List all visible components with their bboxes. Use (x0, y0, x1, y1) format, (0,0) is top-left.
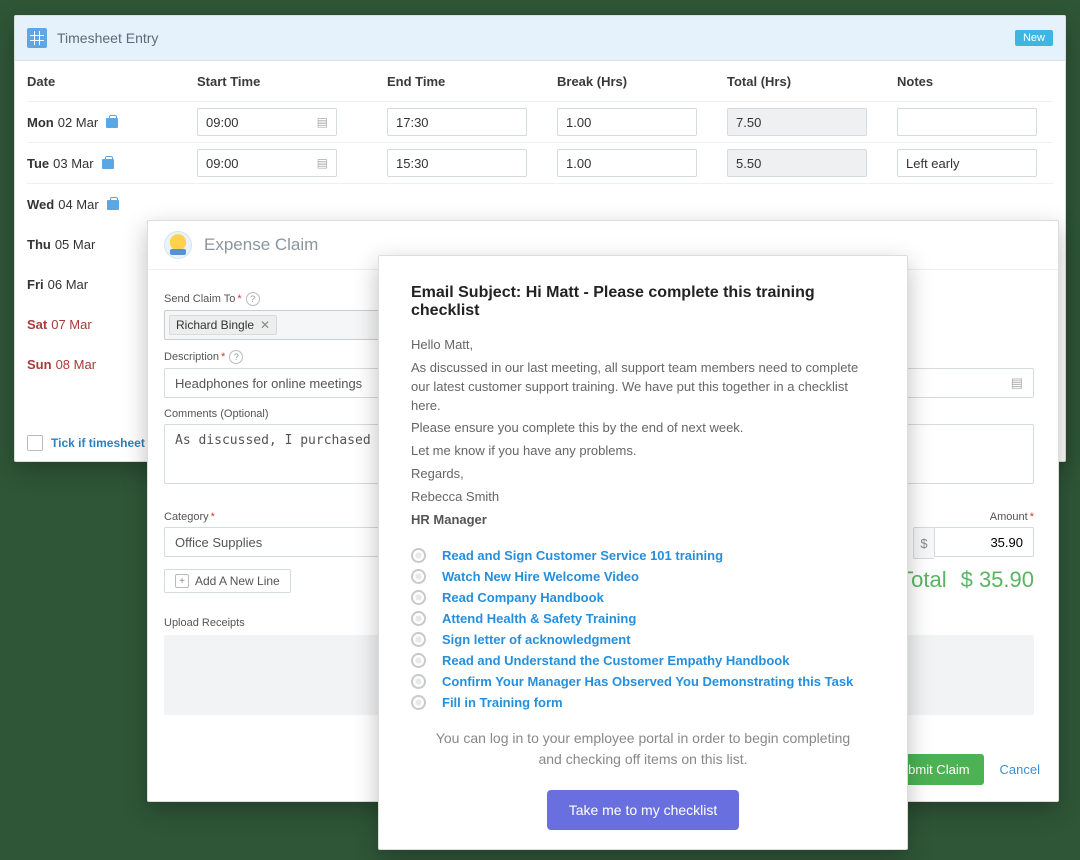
time-picker-icon[interactable]: ▤ (317, 156, 328, 170)
email-sender: Rebecca Smith (411, 488, 875, 507)
checklist-link[interactable]: Attend Health & Safety Training (442, 611, 636, 626)
checklist-item: Read Company Handbook (411, 590, 875, 605)
checklist-cta-button[interactable]: Take me to my checklist (547, 790, 740, 830)
plus-icon: + (175, 574, 189, 588)
add-line-button[interactable]: +Add A New Line (164, 569, 291, 593)
checklist-link[interactable]: Watch New Hire Welcome Video (442, 569, 639, 584)
remove-tag-icon[interactable]: ✕ (260, 318, 270, 332)
help-icon[interactable]: ? (229, 350, 243, 364)
total-hours: 7.50 (727, 108, 867, 136)
send-to-input[interactable]: Richard Bingle✕ (164, 310, 384, 340)
checklist-ring-icon[interactable] (411, 632, 426, 647)
checklist-item: Watch New Hire Welcome Video (411, 569, 875, 584)
timesheet-row: Mon02 Mar09:00▤ 17:30 1.00 7.50 (27, 102, 1053, 143)
col-total-header: Total (Hrs) (727, 74, 897, 89)
timesheet-header: Timesheet Entry New (15, 16, 1065, 61)
col-date-header: Date (27, 74, 197, 89)
checklist-ring-icon[interactable] (411, 695, 426, 710)
expense-title: Expense Claim (204, 235, 318, 255)
checklist-item: Read and Sign Customer Service 101 train… (411, 548, 875, 563)
email-greeting: Hello Matt, (411, 336, 875, 355)
timesheet-row: Tue03 Mar09:00▤ 15:30 1.00 5.50 Left early (27, 143, 1053, 184)
tick-label: Tick if timesheet (51, 436, 145, 450)
email-body-1: As discussed in our last meeting, all su… (411, 359, 875, 416)
date-cell: Wed04 Mar (27, 197, 197, 212)
notes-input[interactable] (897, 108, 1037, 136)
calendar-grid-icon (27, 28, 47, 48)
checklist-link[interactable]: Read and Understand the Customer Empathy… (442, 653, 789, 668)
email-panel: Email Subject: Hi Matt - Please complete… (378, 255, 908, 850)
time-picker-icon[interactable]: ▤ (317, 115, 328, 129)
break-input[interactable]: 1.00 (557, 108, 697, 136)
col-start-header: Start Time (197, 74, 387, 89)
checklist: Read and Sign Customer Service 101 train… (411, 548, 875, 710)
checklist-ring-icon[interactable] (411, 674, 426, 689)
list-icon[interactable]: ▤ (1011, 375, 1023, 391)
suitcase-icon[interactable] (102, 159, 114, 169)
currency-label: $ (913, 527, 934, 559)
email-regards: Regards, (411, 465, 875, 484)
checklist-ring-icon[interactable] (411, 548, 426, 563)
checklist-link[interactable]: Confirm Your Manager Has Observed You De… (442, 674, 853, 689)
total-value: $ 35.90 (961, 567, 1034, 593)
start-time-input[interactable]: 09:00▤ (197, 108, 337, 136)
suitcase-icon[interactable] (106, 118, 118, 128)
col-notes-header: Notes (897, 74, 1053, 89)
start-time-input[interactable]: 09:00▤ (197, 149, 337, 177)
checklist-link[interactable]: Sign letter of acknowledgment (442, 632, 631, 647)
col-end-header: End Time (387, 74, 557, 89)
expense-icon (164, 231, 192, 259)
cancel-link[interactable]: Cancel (1000, 762, 1040, 777)
checklist-ring-icon[interactable] (411, 611, 426, 626)
email-body-2: Please ensure you complete this by the e… (411, 419, 875, 438)
end-time-input[interactable]: 15:30 (387, 149, 527, 177)
suitcase-icon[interactable] (107, 200, 119, 210)
email-sender-role: HR Manager (411, 511, 875, 530)
timesheet-column-headers: Date Start Time End Time Break (Hrs) Tot… (27, 61, 1053, 102)
help-icon[interactable]: ? (246, 292, 260, 306)
date-cell: Tue03 Mar (27, 156, 197, 171)
date-cell: Mon02 Mar (27, 115, 197, 130)
col-break-header: Break (Hrs) (557, 74, 727, 89)
checklist-item: Attend Health & Safety Training (411, 611, 875, 626)
checklist-link[interactable]: Read Company Handbook (442, 590, 604, 605)
email-subject: Email Subject: Hi Matt - Please complete… (411, 284, 875, 320)
checklist-item: Read and Understand the Customer Empathy… (411, 653, 875, 668)
checklist-item: Fill in Training form (411, 695, 875, 710)
total-hours: 5.50 (727, 149, 867, 177)
checklist-item: Sign letter of acknowledgment (411, 632, 875, 647)
break-input[interactable]: 1.00 (557, 149, 697, 177)
tick-checkbox[interactable] (27, 435, 43, 451)
end-time-input[interactable]: 17:30 (387, 108, 527, 136)
checklist-item: Confirm Your Manager Has Observed You De… (411, 674, 875, 689)
recipient-tag[interactable]: Richard Bingle✕ (169, 315, 277, 335)
checklist-hint: You can log in to your employee portal i… (433, 728, 853, 770)
checklist-link[interactable]: Fill in Training form (442, 695, 563, 710)
timesheet-title: Timesheet Entry (57, 30, 158, 46)
checklist-ring-icon[interactable] (411, 653, 426, 668)
amount-input[interactable] (934, 527, 1034, 557)
checklist-ring-icon[interactable] (411, 590, 426, 605)
timesheet-footer: Tick if timesheet (27, 435, 145, 451)
checklist-ring-icon[interactable] (411, 569, 426, 584)
timesheet-row: Wed04 Mar (27, 184, 1053, 224)
email-body-3: Let me know if you have any problems. (411, 442, 875, 461)
amount-label: Amount* (904, 511, 1034, 523)
checklist-link[interactable]: Read and Sign Customer Service 101 train… (442, 548, 723, 563)
notes-input[interactable]: Left early (897, 149, 1037, 177)
new-badge[interactable]: New (1015, 30, 1053, 46)
